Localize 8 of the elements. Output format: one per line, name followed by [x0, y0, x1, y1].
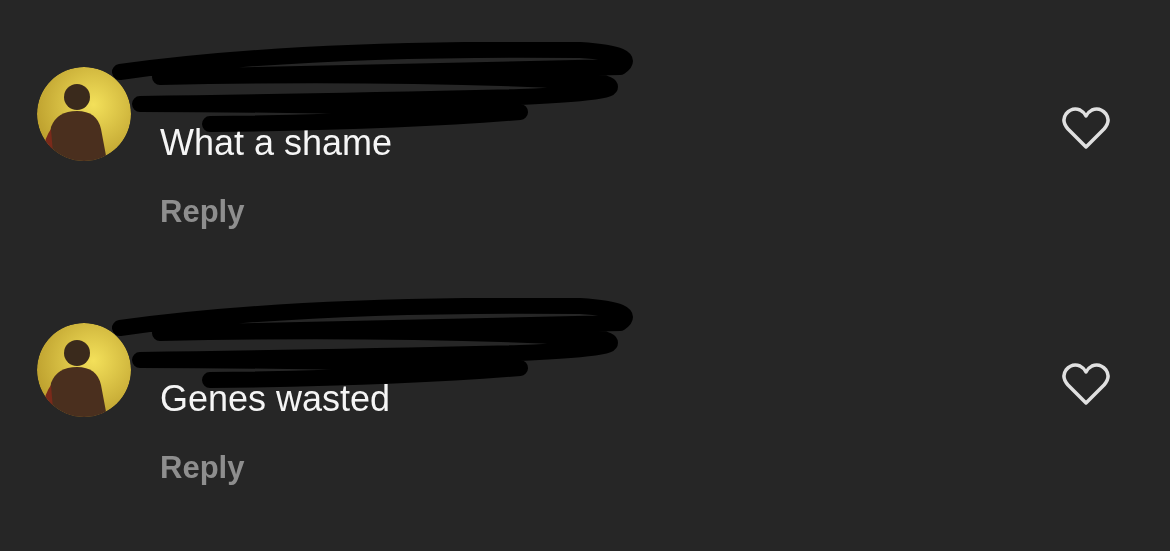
- like-heart-icon[interactable]: [1061, 362, 1111, 406]
- comment-text: Genes wasted: [160, 378, 391, 420]
- avatar[interactable]: [37, 323, 131, 417]
- like-heart-icon[interactable]: [1061, 106, 1111, 150]
- avatar[interactable]: [37, 67, 131, 161]
- reply-button[interactable]: Reply: [160, 450, 245, 486]
- comment-text: What a shame: [160, 122, 393, 164]
- reply-button[interactable]: Reply: [160, 194, 245, 230]
